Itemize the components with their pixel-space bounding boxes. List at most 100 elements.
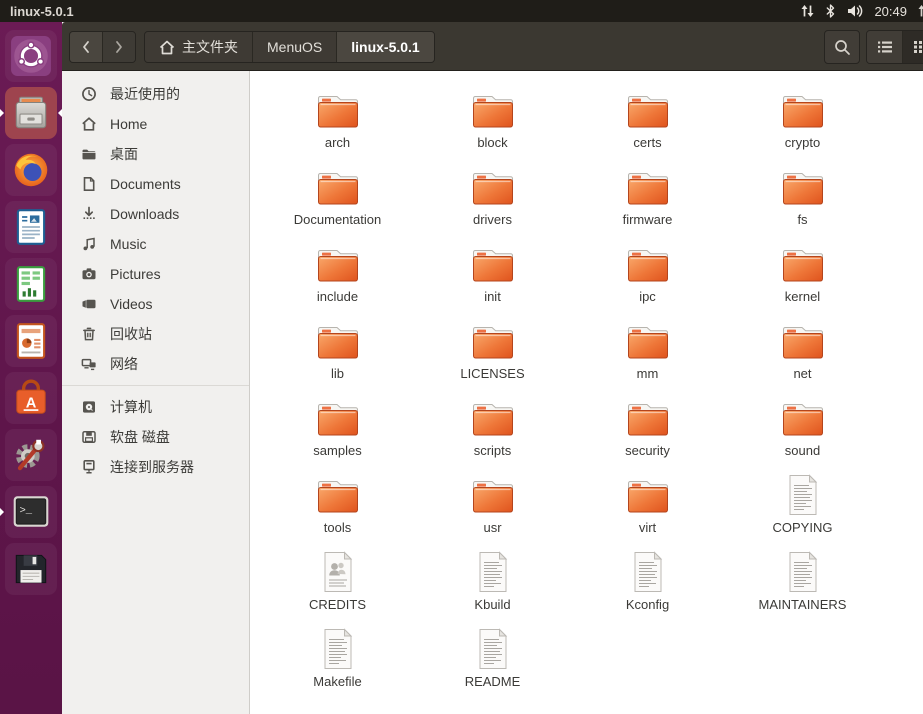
file-item-CREDITS[interactable]: CREDITS [260,548,415,625]
ubuntu-launcher[interactable] [5,30,57,82]
file-item-Kconfig[interactable]: Kconfig [570,548,725,625]
folder-icon [470,240,516,288]
file-item-crypto[interactable]: crypto [725,86,880,163]
file-item-sound[interactable]: sound [725,394,880,471]
breadcrumb-linux-5.0.1[interactable]: linux-5.0.1 [337,32,434,62]
folder-icon [470,86,516,134]
sidebar-item-network[interactable]: 网络 [62,349,249,379]
firefox[interactable] [5,144,57,196]
system-status-area[interactable]: 20:49 [800,0,923,22]
libreoffice-impress[interactable] [5,315,57,367]
file-item-virt[interactable]: virt [570,471,725,548]
header-bar: 主文件夹 MenuOS linux-5.0.1 [62,22,923,71]
folder-icon [81,146,97,162]
file-item-usr[interactable]: usr [415,471,570,548]
file-item-lib[interactable]: lib [260,317,415,394]
file-item-samples[interactable]: samples [260,394,415,471]
breadcrumb-menuos[interactable]: MenuOS [253,32,338,62]
sidebar-item-computer[interactable]: 计算机 [62,392,249,422]
sidebar-item-trash[interactable]: 回收站 [62,319,249,349]
window-title: linux-5.0.1 [10,3,74,19]
breadcrumb: 主文件夹 MenuOS linux-5.0.1 [144,31,435,63]
file-item-include[interactable]: include [260,240,415,317]
libreoffice-writer[interactable] [5,201,57,253]
files-app[interactable] [0,87,62,139]
file-item-Kbuild[interactable]: Kbuild [415,548,570,625]
file-item-Makefile[interactable]: Makefile [260,625,415,702]
search-button[interactable] [824,30,860,64]
svg-text:A: A [26,395,37,411]
file-label: drivers [472,212,512,227]
file-item-MAINTAINERS[interactable]: MAINTAINERS [725,548,880,625]
volume-icon [846,3,864,19]
file-item-ipc[interactable]: ipc [570,240,725,317]
system-settings[interactable] [5,429,57,481]
folder-icon [315,317,361,365]
file-item-tools[interactable]: tools [260,471,415,548]
ubuntu-logo-icon [10,35,52,77]
text-file-icon [785,548,821,596]
file-item-block[interactable]: block [415,86,570,163]
folder-icon [780,394,826,442]
sidebar-item-label: Downloads [110,206,180,222]
floppy-volume[interactable] [5,543,57,595]
terminal[interactable]: >_ [0,486,57,538]
file-item-mm[interactable]: mm [570,317,725,394]
terminal-icon: >_ [10,491,52,533]
file-label: samples [313,443,362,458]
file-item-certs[interactable]: certs [570,86,725,163]
text-file-icon [785,471,821,519]
file-label: certs [633,135,662,150]
grid-view-button[interactable] [903,31,923,63]
sidebar-item-recent[interactable]: 最近使用的 [62,79,249,109]
file-item-LICENSES[interactable]: LICENSES [415,317,570,394]
sidebar-item-desktop[interactable]: 桌面 [62,139,249,169]
firefox-icon [10,149,52,191]
back-button[interactable] [70,32,103,62]
folder-icon [315,394,361,442]
grid-view-icon [913,41,922,53]
sidebar-item-connect-server[interactable]: 连接到服务器 [62,452,249,482]
file-label: CREDITS [308,597,367,612]
sidebar-item-pictures[interactable]: Pictures [62,259,249,289]
file-item-COPYING[interactable]: COPYING [725,471,880,548]
file-item-arch[interactable]: arch [260,86,415,163]
sidebar-item-floppy-disk[interactable]: 软盘 磁盘 [62,422,249,452]
sidebar-item-videos[interactable]: Videos [62,289,249,319]
file-label: arch [324,135,351,150]
breadcrumb-home-folder[interactable]: 主文件夹 [145,32,253,62]
file-item-Documentation[interactable]: Documentation [260,163,415,240]
sidebar-item-music[interactable]: Music [62,229,249,259]
bluetooth-icon [825,3,836,19]
file-item-scripts[interactable]: scripts [415,394,570,471]
file-item-init[interactable]: init [415,240,570,317]
file-label: virt [638,520,657,535]
file-item-fs[interactable]: fs [725,163,880,240]
folder-icon [625,317,671,365]
file-item-security[interactable]: security [570,394,725,471]
file-label: Makefile [313,674,362,689]
folder-icon [315,471,361,519]
trash-icon [81,326,97,342]
file-item-net[interactable]: net [725,317,880,394]
libreoffice-calc[interactable] [5,258,57,310]
sidebar-item-home[interactable]: Home [62,109,249,139]
file-item-README[interactable]: README [415,625,570,702]
ubuntu-software[interactable]: A [5,372,57,424]
sidebar-item-label: Home [110,116,148,132]
list-view-button[interactable] [867,31,903,63]
sidebar: 最近使用的 Home 桌面 Documents Downloads Music Pictur… [62,71,250,714]
file-label: ipc [639,289,656,304]
file-label: scripts [473,443,512,458]
file-item-firmware[interactable]: firmware [570,163,725,240]
server-icon [81,459,97,475]
file-view: arch block certs crypto Documentation drivers… [250,71,923,714]
file-label: Documentation [293,212,382,227]
file-item-kernel[interactable]: kernel [725,240,880,317]
forward-button[interactable] [103,32,135,62]
files-icon [10,92,52,134]
file-label: Kbuild [474,597,511,612]
sidebar-item-documents[interactable]: Documents [62,169,249,199]
file-item-drivers[interactable]: drivers [415,163,570,240]
sidebar-item-downloads[interactable]: Downloads [62,199,249,229]
